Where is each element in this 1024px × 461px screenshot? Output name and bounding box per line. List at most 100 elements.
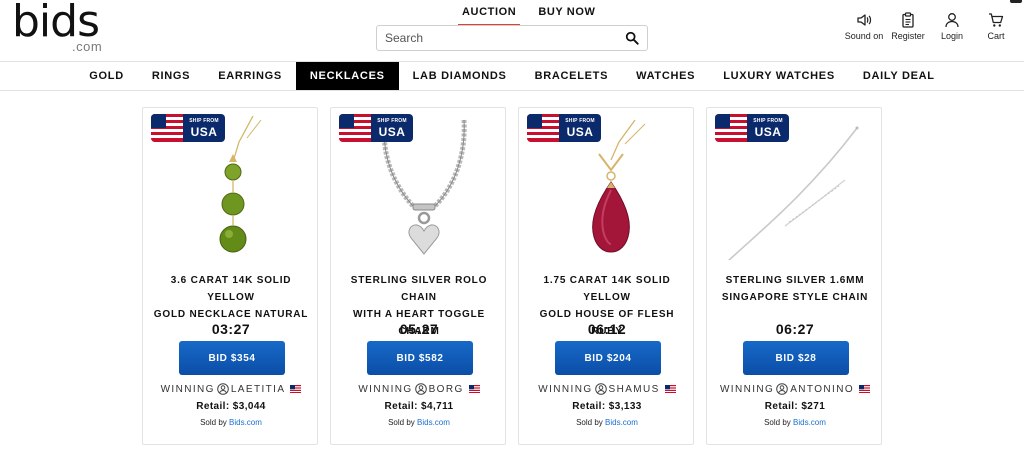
bid-button[interactable]: BID $204 <box>555 341 661 375</box>
tab-buy-now[interactable]: BUY NOW <box>534 6 599 26</box>
product-grid: SHIP FROM USA 3.6 CARAT 14K SOLID YELLOW… <box>142 107 882 445</box>
utility-menu: Sound on Register Login Cart <box>844 12 1014 41</box>
corner-tab <box>1010 0 1022 3</box>
bid-button[interactable]: BID $582 <box>367 341 473 375</box>
category-daily-deal[interactable]: DAILY DEAL <box>849 62 949 90</box>
sold-by-label: Sold by <box>576 418 603 427</box>
sold-by-label: Sold by <box>200 418 227 427</box>
us-flag-icon <box>151 114 183 142</box>
login-label: Login <box>940 31 964 41</box>
site-header: bids .com AUCTION BUY NOW Sound on <box>0 0 1024 62</box>
bid-button[interactable]: BID $28 <box>743 341 849 375</box>
search-box <box>376 25 648 51</box>
logo-suffix: .com <box>72 39 103 54</box>
seller-link[interactable]: Bids.com <box>229 418 262 427</box>
us-flag-icon <box>527 114 559 142</box>
badge-line1: SHIP FROM <box>377 118 407 124</box>
retail-price: Retail: $271 <box>764 401 826 412</box>
product-title[interactable]: 3.6 CARAT 14K SOLID YELLOW GOLD NECKLACE… <box>151 272 311 323</box>
user-circle-icon <box>594 383 607 395</box>
winning-label: WINNING <box>160 383 215 395</box>
speaker-icon <box>857 14 872 26</box>
winning-bidder: WINNING LAETITIA <box>143 383 319 395</box>
us-flag-icon <box>339 114 371 142</box>
bid-button[interactable]: BID $354 <box>179 341 285 375</box>
product-card[interactable]: SHIP FROM USA 3.6 CARAT 14K SOLID YELLOW… <box>142 107 318 445</box>
sound-label: Sound on <box>844 31 884 41</box>
register-label: Register <box>891 31 925 41</box>
us-flag-icon <box>664 385 676 393</box>
user-icon <box>945 13 959 28</box>
sound-toggle[interactable]: Sound on <box>844 12 884 41</box>
category-lab-diamonds[interactable]: LAB DIAMONDS <box>399 62 521 90</box>
category-necklaces[interactable]: NECKLACES <box>295 62 399 90</box>
user-circle-icon <box>776 383 789 395</box>
search-icon[interactable] <box>625 31 639 45</box>
auction-timer: 06:12 <box>587 321 627 337</box>
sold-by-label: Sold by <box>388 418 415 427</box>
bids-logo[interactable]: bids .com <box>12 0 103 54</box>
auction-timer: 06:27 <box>775 321 815 337</box>
product-card[interactable]: SHIP FROM USA 1.75 CARAT 14K SOLID YELLO… <box>518 107 694 445</box>
auction-timer: 03:27 <box>211 321 251 337</box>
ship-from-usa-badge: SHIP FROM USA <box>527 114 601 142</box>
retail-price: Retail: $4,711 <box>384 401 454 412</box>
product-title-line2: SINGAPORE STYLE CHAIN <box>721 292 869 303</box>
category-gold[interactable]: GOLD <box>75 62 138 90</box>
winner-name: ANTONINO <box>790 383 855 395</box>
product-title[interactable]: STERLING SILVER 1.6MM SINGAPORE STYLE CH… <box>715 272 875 306</box>
badge-line1: SHIP FROM <box>565 118 595 124</box>
product-title-line1: STERLING SILVER ROLO CHAIN <box>350 275 488 303</box>
winner-name: LAETITIA <box>230 383 286 395</box>
winning-label: WINNING <box>358 383 413 395</box>
winning-bidder: WINNING BORG <box>331 383 507 395</box>
badge-line2: USA <box>378 125 406 139</box>
login-link[interactable]: Login <box>934 12 970 41</box>
seller-link[interactable]: Bids.com <box>417 418 450 427</box>
seller-link[interactable]: Bids.com <box>793 418 826 427</box>
sold-by-label: Sold by <box>764 418 791 427</box>
product-title-line1: 1.75 CARAT 14K SOLID YELLOW <box>543 275 671 303</box>
auction-timer: 05:27 <box>399 321 439 337</box>
category-bracelets[interactable]: BRACELETS <box>521 62 623 90</box>
category-rings[interactable]: RINGS <box>138 62 204 90</box>
badge-line2: USA <box>190 125 218 139</box>
product-title-line1: STERLING SILVER 1.6MM <box>725 275 865 286</box>
clipboard-icon <box>902 12 914 28</box>
retail-price: Retail: $3,044 <box>196 401 266 412</box>
product-title-line1: 3.6 CARAT 14K SOLID YELLOW <box>170 275 292 303</box>
winner-name: SHAMUS <box>608 383 660 395</box>
tab-auction[interactable]: AUCTION <box>458 6 521 26</box>
ship-from-usa-badge: SHIP FROM USA <box>151 114 225 142</box>
mode-tabs: AUCTION BUY NOW <box>458 6 599 26</box>
winner-name: BORG <box>428 383 464 395</box>
ship-from-usa-badge: SHIP FROM USA <box>339 114 413 142</box>
winning-bidder: WINNING SHAMUS <box>519 383 695 395</box>
us-flag-icon <box>859 385 871 393</box>
cart-label: Cart <box>987 31 1005 41</box>
register-link[interactable]: Register <box>890 12 926 41</box>
winning-label: WINNING <box>719 383 775 395</box>
category-luxury-watches[interactable]: LUXURY WATCHES <box>709 62 849 90</box>
seller-link[interactable]: Bids.com <box>605 418 638 427</box>
sold-by: Sold by Bids.com <box>707 418 883 427</box>
badge-line1: SHIP FROM <box>753 118 783 124</box>
category-earrings[interactable]: EARRINGS <box>204 62 296 90</box>
us-flag-icon <box>468 385 480 393</box>
user-circle-icon <box>217 383 229 395</box>
badge-line2: USA <box>754 125 782 139</box>
winning-label: WINNING <box>538 383 593 395</box>
product-card[interactable]: SHIP FROM USA STERLING SILVER ROLO CHAIN… <box>330 107 506 445</box>
badge-line1: SHIP FROM <box>189 118 219 124</box>
us-flag-icon <box>715 114 747 142</box>
product-card[interactable]: SHIP FROM USA STERLING SILVER 1.6MM SING… <box>706 107 882 445</box>
category-nav: GOLD RINGS EARRINGS NECKLACES LAB DIAMON… <box>0 62 1024 91</box>
category-watches[interactable]: WATCHES <box>622 62 709 90</box>
user-circle-icon <box>414 383 427 395</box>
search-input[interactable] <box>377 26 607 50</box>
cart-icon <box>989 13 1004 27</box>
cart-link[interactable]: Cart <box>978 12 1014 41</box>
sold-by: Sold by Bids.com <box>331 418 507 427</box>
ship-from-usa-badge: SHIP FROM USA <box>715 114 789 142</box>
sold-by: Sold by Bids.com <box>143 418 319 427</box>
